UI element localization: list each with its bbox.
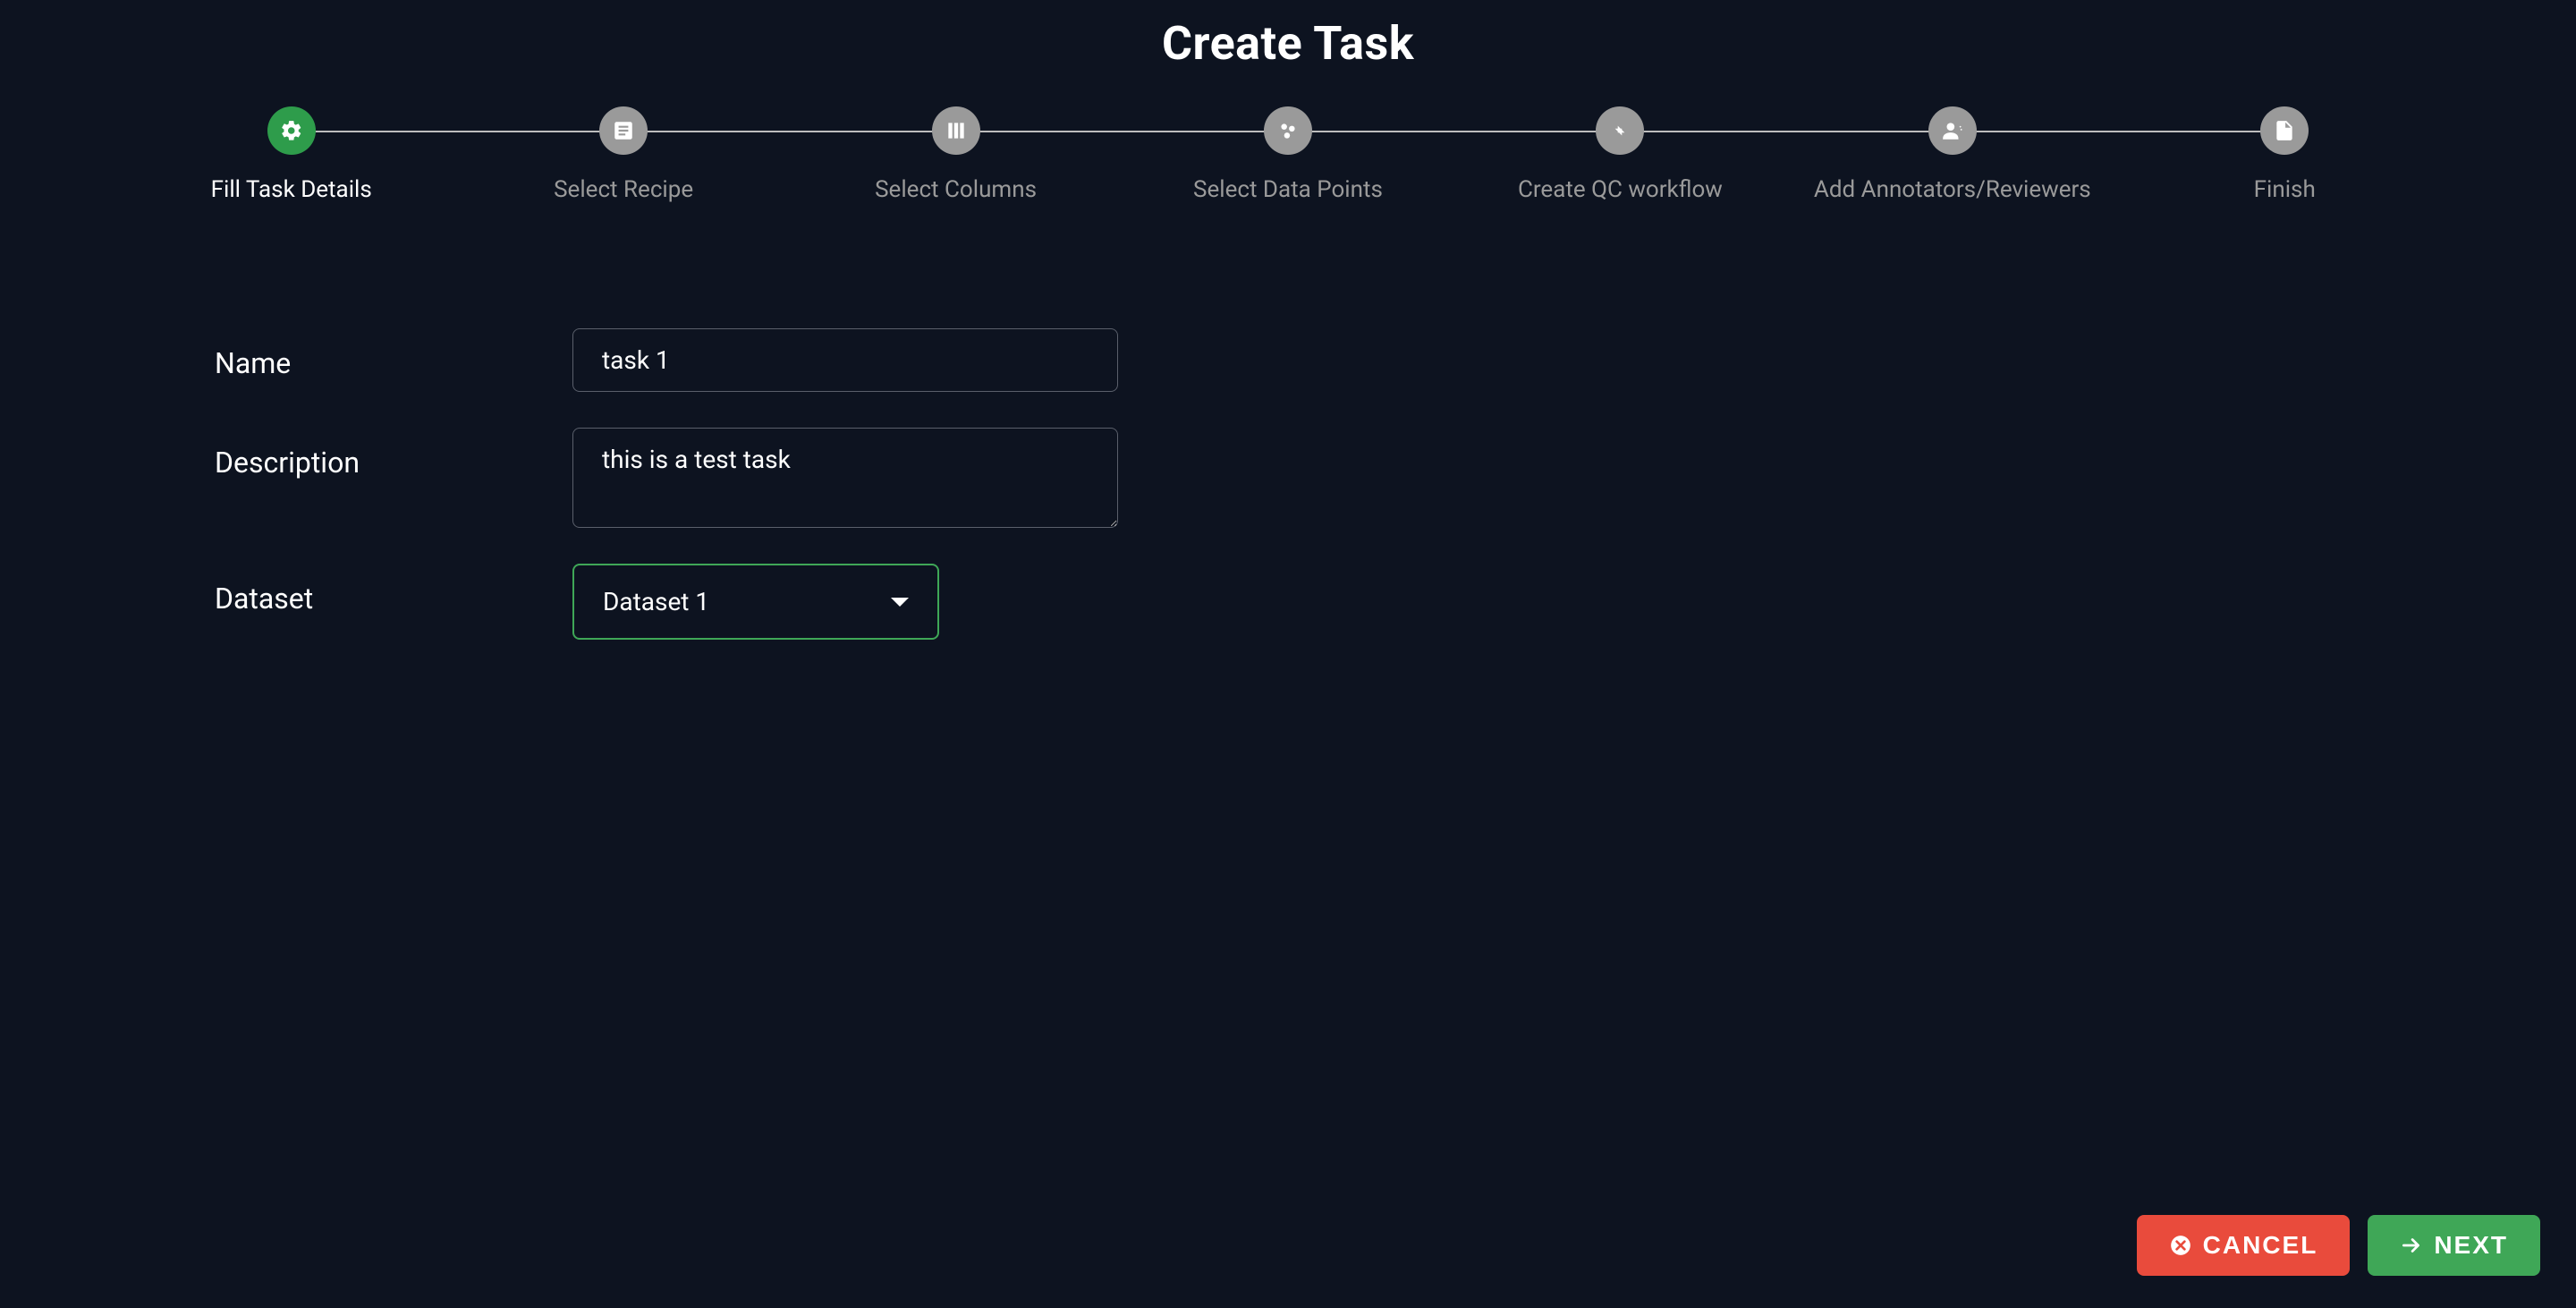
description-label: Description bbox=[215, 428, 572, 480]
step-label: Select Data Points bbox=[1193, 176, 1383, 203]
step-label: Fill Task Details bbox=[211, 176, 372, 203]
step-create-qc-workflow[interactable]: Create QC workflow bbox=[1454, 106, 1786, 203]
columns-icon bbox=[932, 106, 980, 155]
arrow-right-icon bbox=[2400, 1234, 2423, 1257]
gear-icon bbox=[267, 106, 316, 155]
step-select-data-points[interactable]: Select Data Points bbox=[1122, 106, 1453, 203]
step-label: Select Recipe bbox=[554, 176, 693, 203]
stepper: Fill Task Details Select Recipe Select C… bbox=[0, 80, 2576, 203]
dataset-label: Dataset bbox=[215, 564, 572, 616]
dataset-selected-value: Dataset 1 bbox=[603, 587, 709, 616]
step-finish[interactable]: Finish bbox=[2119, 106, 2451, 203]
step-connector bbox=[1288, 131, 1620, 132]
page-title: Create Task bbox=[0, 0, 2576, 80]
chevron-down-icon bbox=[891, 598, 909, 607]
step-fill-task-details[interactable]: Fill Task Details bbox=[125, 106, 457, 203]
description-textarea[interactable] bbox=[572, 428, 1118, 528]
cancel-label: CANCEL bbox=[2203, 1231, 2318, 1260]
file-icon bbox=[2260, 106, 2309, 155]
dataset-select[interactable]: Dataset 1 bbox=[572, 564, 939, 640]
recipe-icon bbox=[599, 106, 648, 155]
step-connector bbox=[292, 131, 623, 132]
step-label: Create QC workflow bbox=[1518, 176, 1723, 203]
step-add-annotators[interactable]: Add Annotators/Reviewers bbox=[1786, 106, 2118, 203]
form-area: Name Description Dataset Dataset 1 bbox=[0, 203, 1163, 640]
name-label: Name bbox=[215, 328, 572, 380]
step-connector bbox=[956, 131, 1288, 132]
cancel-button[interactable]: CANCEL bbox=[2137, 1215, 2351, 1276]
step-connector bbox=[1620, 131, 1952, 132]
form-row-name: Name bbox=[215, 328, 1163, 392]
step-connector bbox=[623, 131, 955, 132]
form-row-dataset: Dataset Dataset 1 bbox=[215, 564, 1163, 640]
people-icon bbox=[1928, 106, 1977, 155]
name-input[interactable] bbox=[572, 328, 1118, 392]
form-row-description: Description bbox=[215, 428, 1163, 528]
merge-icon bbox=[1596, 106, 1644, 155]
dots-icon bbox=[1264, 106, 1312, 155]
next-label: NEXT bbox=[2434, 1231, 2508, 1260]
step-connector bbox=[1953, 131, 2284, 132]
next-button[interactable]: NEXT bbox=[2368, 1215, 2540, 1276]
step-select-recipe[interactable]: Select Recipe bbox=[457, 106, 789, 203]
step-label: Add Annotators/Reviewers bbox=[1814, 176, 2091, 203]
step-label: Select Columns bbox=[875, 176, 1037, 203]
cancel-icon bbox=[2169, 1234, 2192, 1257]
footer-buttons: CANCEL NEXT bbox=[2137, 1215, 2540, 1276]
step-label: Finish bbox=[2254, 176, 2316, 203]
step-select-columns[interactable]: Select Columns bbox=[790, 106, 1122, 203]
